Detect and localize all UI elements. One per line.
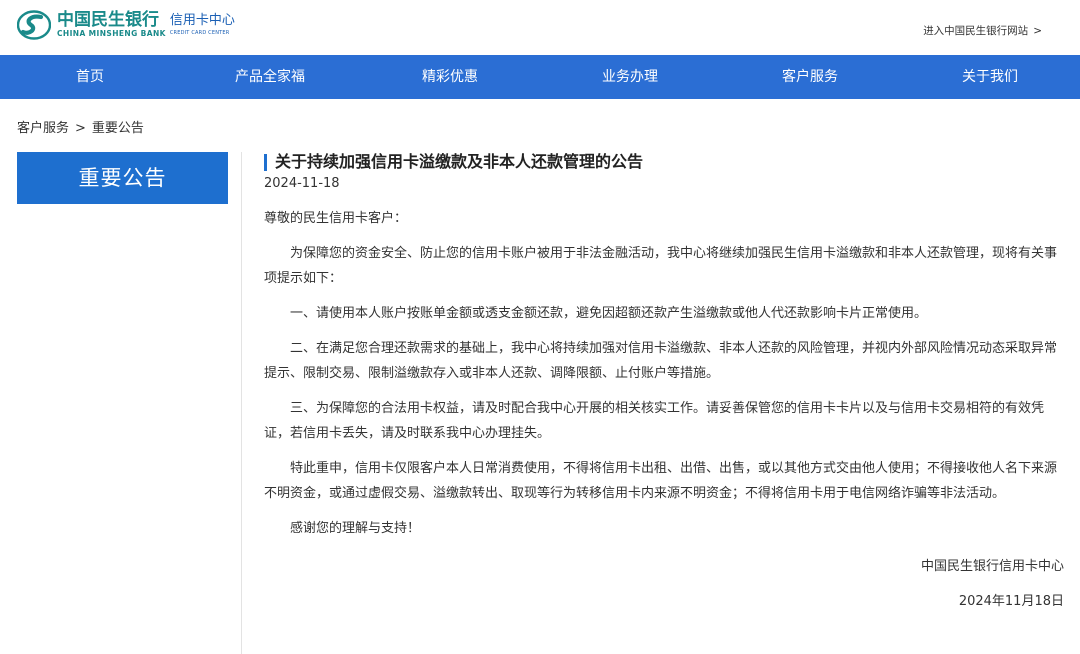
- article-date: 2024-11-18: [264, 176, 340, 191]
- logo-name-cn: 中国民生银行: [57, 10, 159, 30]
- column-divider: [241, 152, 242, 654]
- article-title: 关于持续加强信用卡溢缴款及非本人还款管理的公告: [264, 150, 1064, 174]
- logo-subtitle-en: CREDIT CARD CENTER: [169, 30, 230, 36]
- main-nav: 首页 产品全家福 精彩优惠 业务办理 客户服务 关于我们: [0, 55, 1080, 99]
- announcement-article: 关于持续加强信用卡溢缴款及非本人还款管理的公告 2024-11-18 尊敬的民生…: [264, 150, 1064, 611]
- nav-item-offers[interactable]: 精彩优惠: [360, 55, 540, 99]
- nav-item-about[interactable]: 关于我们: [900, 55, 1080, 99]
- paragraph-item-3: 三、为保障您的合法用卡权益，请及时配合我中心开展的相关核实工作。请妥善保管您的信…: [264, 401, 1045, 441]
- breadcrumb-parent[interactable]: 客户服务: [17, 121, 69, 136]
- nav-item-customer-service[interactable]: 客户服务: [720, 55, 900, 99]
- site-header: 中国民生银行 CHINA MINSHENG BANK 信用卡中心 CREDIT …: [0, 0, 1080, 55]
- salutation: 尊敬的民生信用卡客户：: [264, 211, 408, 226]
- logo-name-en: CHINA MINSHENG BANK: [57, 29, 166, 38]
- nav-item-products[interactable]: 产品全家福: [180, 55, 360, 99]
- paragraph-item-2: 二、在满足您合理还款需求的基础上，我中心将持续加强对信用卡溢缴款、非本人还款的风…: [264, 341, 1058, 381]
- breadcrumb-current: 重要公告: [91, 121, 144, 136]
- minsheng-logo-icon: [17, 10, 51, 40]
- logo-subtitle-cn: 信用卡中心: [169, 13, 235, 28]
- chevron-right-icon: >: [1033, 25, 1042, 37]
- nav-item-home[interactable]: 首页: [0, 55, 180, 99]
- logo-text: 中国民生银行 CHINA MINSHENG BANK: [57, 11, 166, 39]
- signature-date: 2024年11月18日: [958, 594, 1064, 609]
- paragraph-item-1: 一、请使用本人账户按账单金额或透支金额还款，避免因超额还款产生溢缴款或他人代还款…: [290, 306, 928, 321]
- breadcrumb: 客户服务 > 重要公告: [17, 117, 144, 136]
- signature: 中国民生银行信用卡中心: [920, 559, 1064, 574]
- main-site-link-label: 进入中国民生银行网站: [923, 25, 1029, 37]
- bank-logo[interactable]: 中国民生银行 CHINA MINSHENG BANK 信用卡中心 CREDIT …: [17, 8, 235, 42]
- paragraph-intro: 为保障您的资金安全、防止您的信用卡账户被用于非法金融活动，我中心将继续加强民生信…: [264, 246, 1058, 286]
- logo-subtitle: 信用卡中心 CREDIT CARD CENTER: [170, 13, 235, 37]
- breadcrumb-separator: >: [75, 121, 86, 136]
- paragraph-thanks: 感谢您的理解与支持！: [290, 521, 421, 536]
- main-site-link[interactable]: 进入中国民生银行网站 >: [923, 23, 1042, 38]
- paragraph-reiteration: 特此重申，信用卡仅限客户本人日常消费使用，不得将信用卡出租、出借、出售，或以其他…: [264, 461, 1058, 501]
- sidebar-title[interactable]: 重要公告: [17, 152, 228, 204]
- nav-item-services[interactable]: 业务办理: [540, 55, 720, 99]
